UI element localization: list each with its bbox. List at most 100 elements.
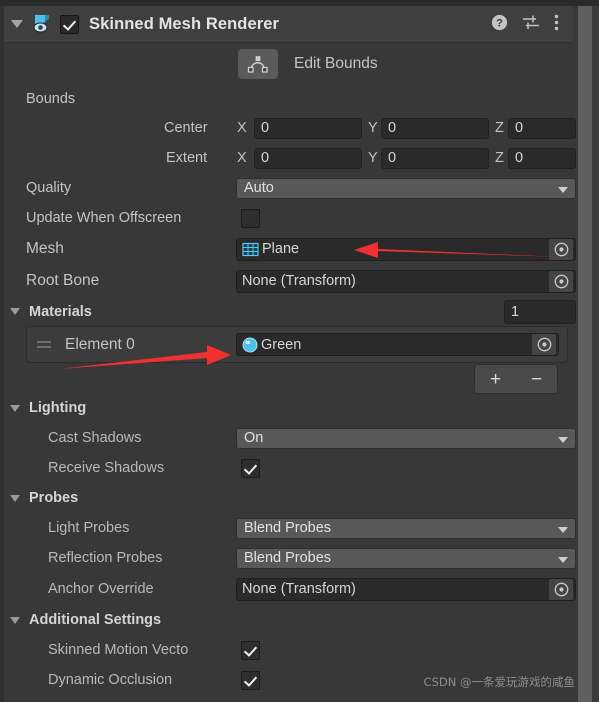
mesh-object-field[interactable]: Plane bbox=[236, 237, 576, 261]
light-probes-value: Blend Probes bbox=[244, 520, 332, 536]
center-y-value: 0 bbox=[388, 120, 397, 136]
quality-value: Auto bbox=[244, 180, 274, 196]
light-probes-dropdown[interactable]: Blend Probes bbox=[236, 517, 576, 539]
extent-x-axis-label: X bbox=[237, 150, 247, 166]
component-foldout-toggle[interactable] bbox=[4, 20, 30, 28]
mesh-value: Plane bbox=[262, 241, 300, 257]
root-bone-object-picker-button[interactable] bbox=[549, 270, 573, 292]
update-when-offscreen-row: Update When Offscreen bbox=[4, 203, 573, 233]
materials-section-header[interactable]: Materials 1 bbox=[4, 297, 576, 326]
probes-section-header[interactable]: Probes bbox=[4, 483, 573, 513]
chevron-down-icon bbox=[558, 186, 568, 193]
drag-handle-icon[interactable] bbox=[33, 341, 55, 348]
probes-label: Probes bbox=[29, 490, 79, 506]
panel-right-edge bbox=[592, 6, 599, 702]
component-header[interactable]: Skinned Mesh Renderer ? bbox=[4, 6, 573, 43]
mesh-label: Mesh bbox=[26, 240, 64, 257]
quality-label: Quality bbox=[26, 180, 72, 196]
chevron-down-icon bbox=[10, 494, 20, 502]
mesh-grid-icon bbox=[242, 241, 259, 258]
help-icon[interactable]: ? bbox=[491, 14, 508, 35]
material-value: Green bbox=[261, 336, 302, 353]
material-sphere-icon bbox=[242, 337, 258, 353]
center-z-input[interactable]: 0 bbox=[508, 117, 576, 139]
skinned-motion-vectors-row: Skinned Motion Vecto bbox=[4, 635, 573, 665]
cast-shadows-dropdown[interactable]: On bbox=[236, 427, 576, 449]
reflection-probes-dropdown[interactable]: Blend Probes bbox=[236, 547, 576, 569]
root-bone-row: Root Bone None (Transform) bbox=[4, 265, 576, 297]
skinned-motion-vectors-checkbox[interactable] bbox=[241, 640, 260, 660]
receive-shadows-row: Receive Shadows bbox=[4, 453, 573, 483]
skinned-motion-vectors-label: Skinned Motion Vecto bbox=[48, 642, 189, 658]
materials-list-box: Element 0 Green bbox=[26, 326, 568, 363]
center-y-input[interactable]: 0 bbox=[381, 117, 489, 139]
remove-material-button[interactable]: − bbox=[531, 370, 542, 389]
dynamic-occlusion-label: Dynamic Occlusion bbox=[48, 672, 173, 688]
extent-z-input[interactable]: 0 bbox=[508, 147, 576, 169]
bounds-extent-label: Extent bbox=[166, 150, 208, 166]
reflection-probes-value: Blend Probes bbox=[244, 550, 332, 566]
extent-x-input[interactable]: 0 bbox=[254, 147, 362, 169]
materials-count: 1 bbox=[511, 303, 520, 320]
cast-shadows-value: On bbox=[244, 430, 264, 446]
chevron-down-icon bbox=[11, 20, 23, 28]
header-action-icons: ? bbox=[491, 14, 573, 35]
anchor-override-object-picker-button[interactable] bbox=[549, 578, 573, 600]
component-body: Edit Bounds Bounds Center X 0 Y 0 Z 0 Ex… bbox=[4, 43, 576, 695]
bounds-row: Bounds bbox=[4, 85, 573, 113]
edit-bounds-row: Edit Bounds bbox=[4, 43, 573, 85]
dynamic-occlusion-checkbox[interactable] bbox=[241, 670, 260, 690]
materials-list: Element 0 Green + − bbox=[4, 326, 573, 394]
material-element-row[interactable]: Element 0 Green bbox=[27, 327, 567, 362]
cast-shadows-row: Cast Shadows On bbox=[4, 423, 576, 453]
lighting-section-header[interactable]: Lighting bbox=[4, 393, 573, 423]
chevron-down-icon bbox=[10, 308, 20, 315]
material-object-field[interactable]: Green bbox=[236, 333, 559, 356]
root-bone-label: Root Bone bbox=[26, 272, 100, 289]
preset-icon[interactable] bbox=[522, 14, 540, 35]
edit-bounds-button[interactable] bbox=[238, 49, 278, 79]
chevron-down-icon bbox=[10, 404, 20, 412]
extent-y-value: 0 bbox=[388, 150, 397, 166]
mesh-object-picker-button[interactable] bbox=[549, 238, 573, 260]
root-bone-object-field[interactable]: None (Transform) bbox=[236, 269, 576, 293]
receive-shadows-checkbox[interactable] bbox=[241, 458, 260, 478]
edit-bounds-icon bbox=[247, 56, 268, 73]
anchor-override-row: Anchor Override None (Transform) bbox=[4, 573, 576, 605]
edit-bounds-label: Edit Bounds bbox=[294, 55, 378, 72]
bounds-extent-row: Extent X 0 Y 0 Z 0 bbox=[4, 143, 576, 173]
materials-label: Materials bbox=[29, 303, 92, 320]
chevron-down-icon bbox=[558, 526, 568, 533]
center-x-value: 0 bbox=[261, 120, 270, 136]
update-when-offscreen-checkbox[interactable] bbox=[241, 208, 260, 228]
anchor-override-object-field[interactable]: None (Transform) bbox=[236, 577, 576, 601]
center-x-axis-label: X bbox=[237, 120, 247, 136]
cast-shadows-label: Cast Shadows bbox=[48, 430, 142, 446]
vertical-scrollbar[interactable] bbox=[578, 6, 592, 702]
component-enabled-checkbox[interactable] bbox=[60, 14, 79, 34]
unity-inspector-panel: Skinned Mesh Renderer ? Edit Bounds Boun… bbox=[0, 0, 599, 702]
bounds-center-row: Center X 0 Y 0 Z 0 bbox=[4, 113, 576, 143]
additional-settings-section-header[interactable]: Additional Settings bbox=[4, 605, 573, 635]
reflection-probes-row: Reflection Probes Blend Probes bbox=[4, 543, 576, 573]
material-element-label: Element 0 bbox=[65, 335, 135, 353]
reflection-probes-label: Reflection Probes bbox=[48, 550, 163, 566]
extent-x-value: 0 bbox=[261, 150, 270, 166]
chevron-down-icon bbox=[10, 616, 20, 624]
watermark: CSDN @一条爱玩游戏的咸鱼 bbox=[423, 675, 575, 689]
extent-y-input[interactable]: 0 bbox=[381, 147, 489, 169]
materials-size-input[interactable]: 1 bbox=[504, 299, 576, 324]
more-menu-icon[interactable] bbox=[554, 14, 559, 35]
quality-row: Quality Auto bbox=[4, 173, 576, 203]
component-title: Skinned Mesh Renderer bbox=[89, 14, 280, 33]
material-object-picker-button[interactable] bbox=[532, 334, 556, 355]
anchor-override-label: Anchor Override bbox=[48, 581, 154, 597]
center-x-input[interactable]: 0 bbox=[254, 117, 362, 139]
lighting-label: Lighting bbox=[29, 400, 87, 416]
skinned-mesh-renderer-icon bbox=[30, 13, 54, 35]
light-probes-row: Light Probes Blend Probes bbox=[4, 513, 576, 543]
receive-shadows-label: Receive Shadows bbox=[48, 460, 165, 476]
quality-dropdown[interactable]: Auto bbox=[236, 177, 576, 199]
root-bone-value: None (Transform) bbox=[242, 273, 356, 289]
add-material-button[interactable]: + bbox=[490, 370, 501, 389]
